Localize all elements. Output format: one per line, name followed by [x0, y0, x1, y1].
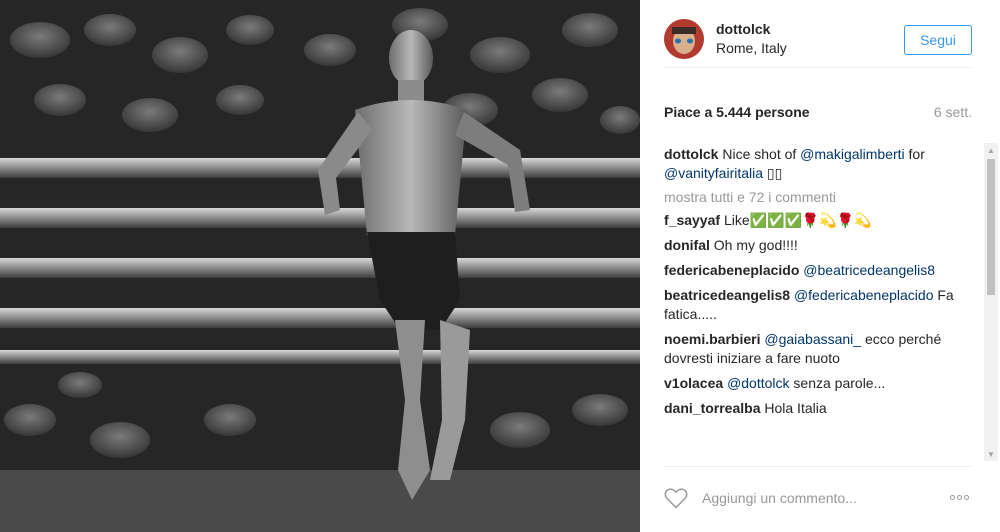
- comment: f_sayyaf Like✅✅✅🌹💫🌹💫: [664, 211, 982, 230]
- comment: beatricedeangelis8 @federicabeneplacido …: [664, 286, 982, 324]
- comments-scrollbar[interactable]: ▲ ▼: [984, 143, 998, 461]
- post-time[interactable]: 6 sett.: [934, 104, 972, 120]
- comment-text: Hola Italia: [764, 400, 827, 416]
- more-options-icon[interactable]: [946, 487, 972, 507]
- comment: donifal Oh my god!!!!: [664, 236, 982, 255]
- caption-text-before: Nice shot of: [722, 146, 801, 162]
- comment-input[interactable]: [700, 486, 924, 510]
- comment-text: Like✅✅✅🌹💫🌹💫: [723, 212, 872, 228]
- post-photo: [0, 0, 640, 532]
- caption-text-after: ▯▯: [763, 165, 783, 181]
- heart-icon[interactable]: [664, 487, 688, 509]
- comment-author[interactable]: beatricedeangelis8: [664, 287, 790, 303]
- comment-author[interactable]: federicabeneplacido: [664, 262, 799, 278]
- post-footer: [664, 466, 972, 527]
- caption-mention[interactable]: @vanityfairitalia: [664, 165, 763, 181]
- comment-text: senza parole...: [789, 375, 886, 391]
- comment-author[interactable]: donifal: [664, 237, 710, 253]
- dot-icon: [956, 494, 962, 500]
- comment-text: Oh my god!!!!: [713, 237, 798, 253]
- comment: federicabeneplacido @beatricedeangelis8: [664, 261, 982, 280]
- dot-icon: [963, 494, 969, 500]
- likes-count[interactable]: Piace a 5.444 persone: [664, 104, 810, 120]
- post-header: dottolck Rome, Italy Segui: [664, 17, 972, 68]
- comment-author[interactable]: f_sayyaf: [664, 212, 720, 228]
- avatar[interactable]: [664, 19, 704, 59]
- comment-author[interactable]: dani_torrealba: [664, 400, 760, 416]
- caption: dottolck Nice shot of @makigalimberti fo…: [664, 145, 982, 183]
- comment-mention[interactable]: @gaiabassani_: [764, 331, 861, 347]
- post-sidebar: dottolck Rome, Italy Segui Piace a 5.444…: [640, 0, 1000, 532]
- comment-author[interactable]: v1olacea: [664, 375, 723, 391]
- username[interactable]: dottolck: [716, 21, 770, 37]
- scroll-down-icon[interactable]: ▼: [984, 447, 998, 461]
- view-all-comments-link[interactable]: mostra tutti e 72 i commenti: [664, 189, 982, 205]
- comment-mention[interactable]: @federicabeneplacido: [794, 287, 934, 303]
- scroll-up-icon[interactable]: ▲: [984, 143, 998, 157]
- comment: v1olacea @dottolck senza parole...: [664, 374, 982, 393]
- follow-button[interactable]: Segui: [904, 25, 972, 55]
- caption-text-mid: for: [904, 146, 925, 162]
- caption-mention[interactable]: @makigalimberti: [800, 146, 904, 162]
- comment-author[interactable]: noemi.barbieri: [664, 331, 760, 347]
- dot-icon: [949, 494, 955, 500]
- comment-mention[interactable]: @dottolck: [727, 375, 789, 391]
- location[interactable]: Rome, Italy: [716, 40, 787, 56]
- comment: noemi.barbieri @gaiabassani_ ecco perché…: [664, 330, 982, 368]
- comment: dani_torrealba Hola Italia: [664, 399, 982, 418]
- caption-author[interactable]: dottolck: [664, 146, 718, 162]
- comment-mention[interactable]: @beatricedeangelis8: [803, 262, 935, 278]
- scrollbar-thumb[interactable]: [987, 159, 995, 295]
- likes-row: Piace a 5.444 persone 6 sett.: [664, 104, 972, 124]
- comments-list[interactable]: dottolck Nice shot of @makigalimberti fo…: [664, 145, 982, 461]
